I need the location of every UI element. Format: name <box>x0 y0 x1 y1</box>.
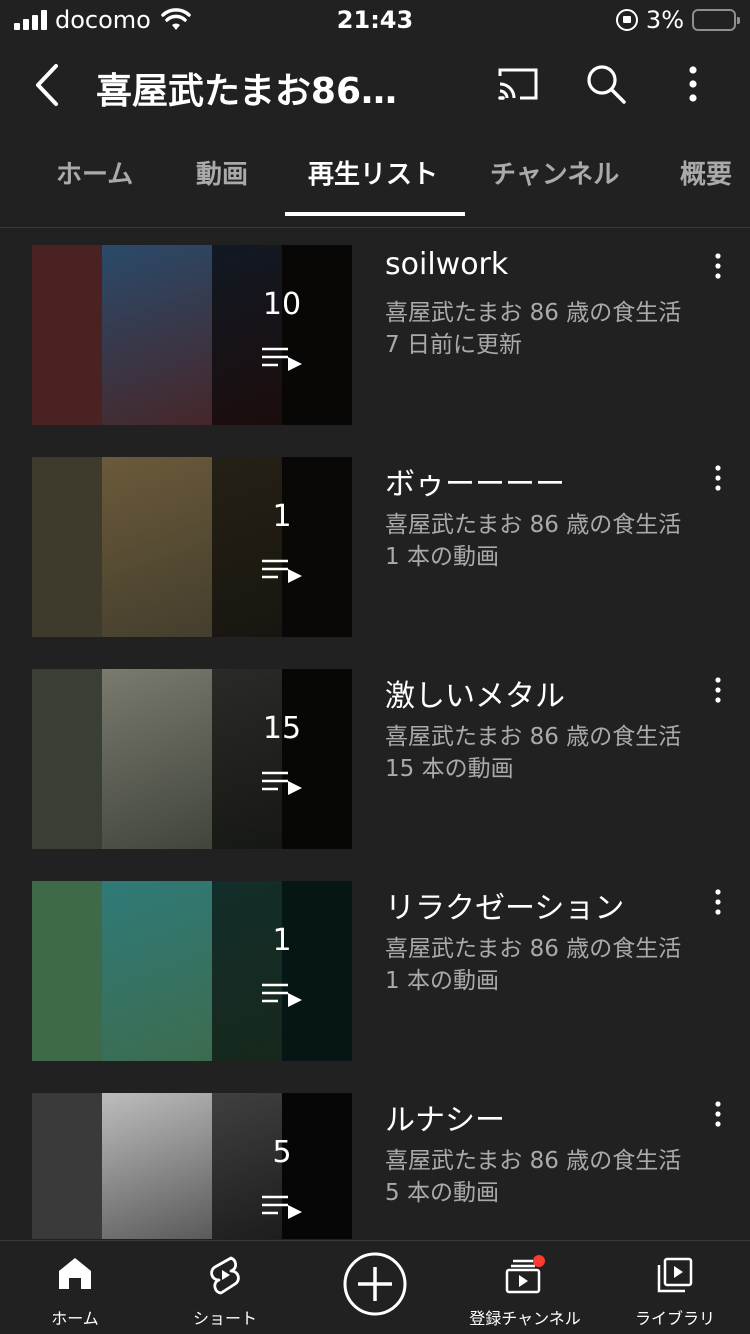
tab-videos[interactable]: 動画 <box>196 154 248 191</box>
nav-subscriptions[interactable]: 登録チャンネル <box>450 1241 600 1334</box>
playlist-channel: 喜屋武たまお 86 歳の食生活 <box>385 936 682 962</box>
tab-playlists[interactable]: 再生リスト <box>308 154 438 191</box>
playlist-thumbnail[interactable]: 15 <box>32 669 352 849</box>
nav-subscriptions-label: 登録チャンネル <box>469 1309 581 1328</box>
playlist-play-icon <box>262 559 302 583</box>
more-vert-icon[interactable] <box>708 463 728 493</box>
nav-shorts-label: ショート <box>192 1309 257 1328</box>
playlist-meta: 1 本の動画 <box>385 968 499 994</box>
shorts-icon <box>210 1256 240 1295</box>
playlist-video-count: 1 <box>272 499 292 534</box>
nav-library[interactable]: ライブラリ <box>600 1241 750 1334</box>
playlist-item[interactable]: 5 ルナシー 喜屋武たまお 86 歳の食生活 5 本の動画 <box>0 1093 750 1239</box>
playlist-thumbnail[interactable]: 10 <box>32 245 352 425</box>
nav-create[interactable] <box>300 1241 450 1334</box>
playlist-title: 激しいメタル <box>385 679 565 714</box>
playlist-title: リラクゼーション <box>385 891 625 926</box>
create-icon <box>343 1252 407 1316</box>
library-icon <box>657 1257 693 1293</box>
nav-home-label: ホーム <box>51 1309 99 1328</box>
playlist-title: soilwork <box>385 247 509 282</box>
playlist-play-icon <box>262 771 302 795</box>
notification-badge <box>533 1255 545 1267</box>
nav-shorts[interactable]: ショート <box>150 1241 300 1334</box>
playlist-video-count: 15 <box>262 711 302 746</box>
nav-home[interactable]: ホーム <box>0 1241 150 1334</box>
subscriptions-icon <box>505 1255 545 1294</box>
home-icon <box>59 1258 91 1289</box>
playlist-play-icon <box>262 983 302 1007</box>
playlist-meta: 1 本の動画 <box>385 544 499 570</box>
nav-library-label: ライブラリ <box>634 1309 715 1328</box>
bottom-navigation: ホーム ショート 登録チャンネル ライブラリ <box>0 1240 750 1334</box>
channel-tabs: ホーム 動画 再生リスト チャンネル 概要 <box>0 136 750 228</box>
battery-percent: 3% <box>645 6 684 34</box>
tab-about[interactable]: 概要 <box>680 154 732 191</box>
playlist-video-count: 10 <box>262 287 302 322</box>
playlist-title: ルナシー <box>385 1103 505 1138</box>
playlist-item[interactable]: 15 激しいメタル 喜屋武たまお 86 歳の食生活 15 本の動画 <box>0 669 750 881</box>
playlist-thumbnail[interactable]: 1 <box>32 881 352 1061</box>
playlist-meta: 15 本の動画 <box>385 756 514 782</box>
cast-icon[interactable] <box>496 66 540 102</box>
playlist-channel: 喜屋武たまお 86 歳の食生活 <box>385 300 682 326</box>
status-bar: docomo 21:43 3% <box>0 0 750 40</box>
playlist-item[interactable]: 1 リラクゼーション 喜屋武たまお 86 歳の食生活 1 本の動画 <box>0 881 750 1093</box>
tab-channels[interactable]: チャンネル <box>490 154 619 191</box>
more-vert-icon[interactable] <box>678 62 708 106</box>
channel-title: 喜屋武たまお86… <box>96 71 398 112</box>
playlist-title: ボゥーーーー <box>385 467 565 502</box>
playlist-channel: 喜屋武たまお 86 歳の食生活 <box>385 1148 682 1174</box>
playlist-play-icon <box>262 347 302 371</box>
tab-home[interactable]: ホーム <box>56 154 133 191</box>
search-icon[interactable] <box>584 62 628 106</box>
playlist-video-count: 5 <box>272 1135 292 1170</box>
playlist-item[interactable]: 1 ボゥーーーー 喜屋武たまお 86 歳の食生活 1 本の動画 <box>0 457 750 669</box>
playlist-video-count: 1 <box>272 923 292 958</box>
battery-icon <box>692 9 740 31</box>
more-vert-icon[interactable] <box>708 1099 728 1129</box>
more-vert-icon[interactable] <box>708 887 728 917</box>
playlist-thumbnail[interactable]: 1 <box>32 457 352 637</box>
playlist-meta: 7 日前に更新 <box>385 332 522 358</box>
playlist-item[interactable]: 10 soilwork 喜屋武たまお 86 歳の食生活 7 日前に更新 <box>0 245 750 457</box>
more-vert-icon[interactable] <box>708 675 728 705</box>
playlist-play-icon <box>262 1195 302 1219</box>
more-vert-icon[interactable] <box>708 251 728 281</box>
orientation-lock-icon <box>615 9 638 31</box>
channel-header: 喜屋武たまお86… <box>0 40 750 132</box>
playlist-thumbnail[interactable]: 5 <box>32 1093 352 1239</box>
playlist-channel: 喜屋武たまお 86 歳の食生活 <box>385 724 682 750</box>
playlist-meta: 5 本の動画 <box>385 1180 499 1206</box>
active-tab-indicator <box>285 212 465 216</box>
playlist-channel: 喜屋武たまお 86 歳の食生活 <box>385 512 682 538</box>
back-icon[interactable] <box>30 62 70 108</box>
